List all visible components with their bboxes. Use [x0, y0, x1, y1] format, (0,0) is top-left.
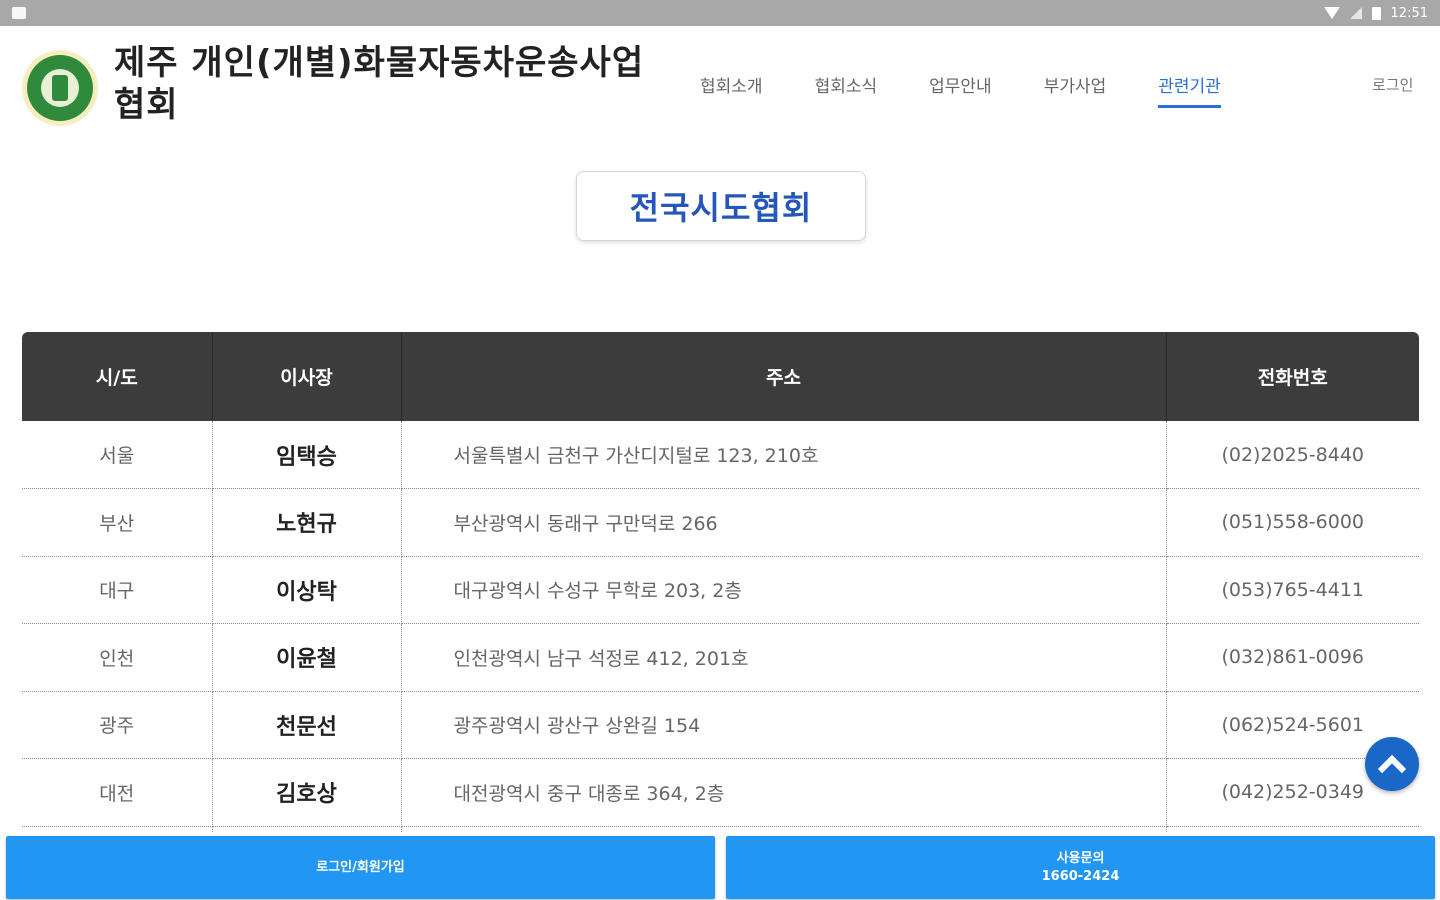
cell-region: 광주	[22, 691, 213, 759]
cell-phone[interactable]: (02)2025-8440	[1166, 421, 1419, 489]
table-row: 인천 이윤철 인천광역시 남구 석정로 412, 201호 (032)861-0…	[22, 623, 1419, 692]
table-row: 서울 임택승 서울특별시 금천구 가산디지털로 123, 210호 (02)20…	[22, 421, 1419, 489]
nav-item-extra-business[interactable]: 부가사업	[1044, 72, 1107, 108]
battery-icon	[1371, 6, 1381, 20]
page-title: 전국시도협회	[576, 171, 866, 241]
nav-item-services[interactable]: 업무안내	[929, 72, 992, 108]
site-title[interactable]: 제주 개인(개별)화물자동차운송사업 협회	[114, 42, 674, 126]
cell-region: 대전	[22, 758, 213, 827]
status-time: 12:51	[1390, 5, 1428, 21]
table-row: 부산 노현규 부산광역시 동래구 구만덕로 266 (051)558-6000	[22, 488, 1419, 557]
table-row: 대구 이상탁 대구광역시 수성구 무학로 203, 2층 (053)765-44…	[22, 556, 1419, 624]
cell-chairman: 이상탁	[212, 556, 402, 624]
notification-icon	[12, 7, 26, 19]
column-header-address: 주소	[401, 332, 1167, 421]
cell-chairman: 천문선	[212, 691, 402, 759]
support-label: 사용문의	[1056, 850, 1105, 866]
site-header: 제주 개인(개별)화물자동차운송사업 협회 협회소개 협회소식 업무안내 부가사…	[0, 26, 1440, 142]
nav-item-related-orgs[interactable]: 관련기관	[1158, 72, 1221, 108]
login-link[interactable]: 로그인	[1372, 74, 1413, 95]
cell-address: 대전광역시 중구 대종로 364, 2층	[401, 758, 1167, 827]
cell-address: 서울특별시 금천구 가산디지털로 123, 210호	[401, 421, 1167, 489]
column-header-chairman: 이사장	[212, 332, 402, 421]
wifi-icon	[1323, 7, 1340, 19]
nav-item-news[interactable]: 협회소식	[815, 72, 878, 108]
status-bar: 12:51	[0, 0, 1440, 26]
cell-region: 서울	[22, 421, 213, 489]
cell-address: 광주광역시 광산구 상완길 154	[401, 691, 1167, 759]
association-logo[interactable]	[22, 50, 98, 126]
support-contact-button[interactable]: 사용문의 1660-2424	[726, 836, 1435, 899]
table-row: 대전 김호상 대전광역시 중구 대종로 364, 2층 (042)252-034…	[22, 758, 1419, 827]
scroll-to-top-button[interactable]	[1365, 737, 1419, 791]
login-signup-button[interactable]: 로그인/회원가입	[6, 836, 715, 899]
cell-region: 부산	[22, 488, 213, 557]
column-header-region: 시/도	[22, 332, 213, 421]
column-header-phone: 전화번호	[1166, 332, 1419, 421]
association-table: 시/도 이사장 주소 전화번호 서울 임택승 서울특별시 금천구 가산디지털로 …	[22, 332, 1419, 838]
status-right: 12:51	[1323, 5, 1428, 21]
cell-chairman: 이윤철	[212, 623, 402, 692]
cell-chairman: 노현규	[212, 488, 402, 557]
signal-icon	[1349, 7, 1362, 19]
login-signup-label: 로그인/회원가입	[316, 859, 405, 875]
support-phone: 1660-2424	[1041, 868, 1120, 884]
nav-item-about[interactable]: 협회소개	[700, 72, 763, 108]
cell-region: 인천	[22, 623, 213, 692]
cell-phone[interactable]: (053)765-4411	[1166, 556, 1419, 624]
chevron-up-icon	[1377, 754, 1407, 784]
table-row: 광주 천문선 광주광역시 광산구 상완길 154 (062)524-5601	[22, 691, 1419, 759]
logo-emblem-icon	[41, 69, 79, 107]
cell-chairman: 김호상	[212, 758, 402, 827]
bottom-action-bar: 로그인/회원가입 사용문의 1660-2424	[0, 832, 1440, 900]
cell-chairman: 임택승	[212, 421, 402, 489]
logo-ring	[27, 55, 93, 121]
cell-phone[interactable]: (032)861-0096	[1166, 623, 1419, 692]
table-header-row: 시/도 이사장 주소 전화번호	[22, 332, 1419, 421]
cell-address: 부산광역시 동래구 구만덕로 266	[401, 488, 1167, 557]
main-nav: 협회소개 협회소식 업무안내 부가사업 관련기관	[700, 72, 1273, 108]
cell-address: 인천광역시 남구 석정로 412, 201호	[401, 623, 1167, 692]
cell-phone[interactable]: (051)558-6000	[1166, 488, 1419, 557]
cell-region: 대구	[22, 556, 213, 624]
cell-address: 대구광역시 수성구 무학로 203, 2층	[401, 556, 1167, 624]
